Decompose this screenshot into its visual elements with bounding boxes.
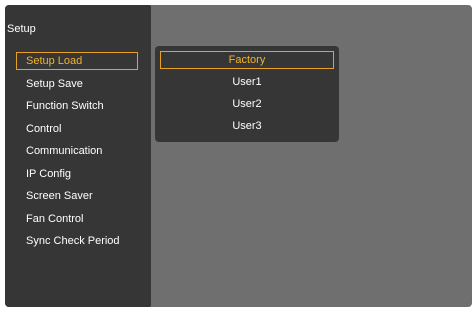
submenu-item-user1[interactable]: User1 bbox=[160, 73, 334, 91]
menu-item-fan-control[interactable]: Fan Control bbox=[16, 210, 146, 228]
setup-load-submenu: Factory User1 User2 User3 bbox=[155, 46, 339, 142]
submenu-item-user2[interactable]: User2 bbox=[160, 95, 334, 113]
submenu-item-factory[interactable]: Factory bbox=[160, 51, 334, 69]
setup-menu: Setup Load Setup Save Function Switch Co… bbox=[16, 52, 146, 255]
setup-menu-panel: Setup Setup Load Setup Save Function Swi… bbox=[5, 5, 151, 307]
menu-item-setup-save[interactable]: Setup Save bbox=[16, 75, 146, 93]
menu-item-setup-load[interactable]: Setup Load bbox=[16, 52, 138, 70]
osd-screen: Setup Setup Load Setup Save Function Swi… bbox=[5, 5, 472, 307]
menu-item-sync-check-period[interactable]: Sync Check Period bbox=[16, 232, 146, 250]
menu-item-screen-saver[interactable]: Screen Saver bbox=[16, 187, 146, 205]
menu-item-ip-config[interactable]: IP Config bbox=[16, 165, 146, 183]
menu-item-communication[interactable]: Communication bbox=[16, 142, 146, 160]
submenu-item-user3[interactable]: User3 bbox=[160, 117, 334, 135]
panel-title: Setup bbox=[7, 23, 36, 35]
menu-item-control[interactable]: Control bbox=[16, 120, 146, 138]
menu-item-function-switch[interactable]: Function Switch bbox=[16, 97, 146, 115]
